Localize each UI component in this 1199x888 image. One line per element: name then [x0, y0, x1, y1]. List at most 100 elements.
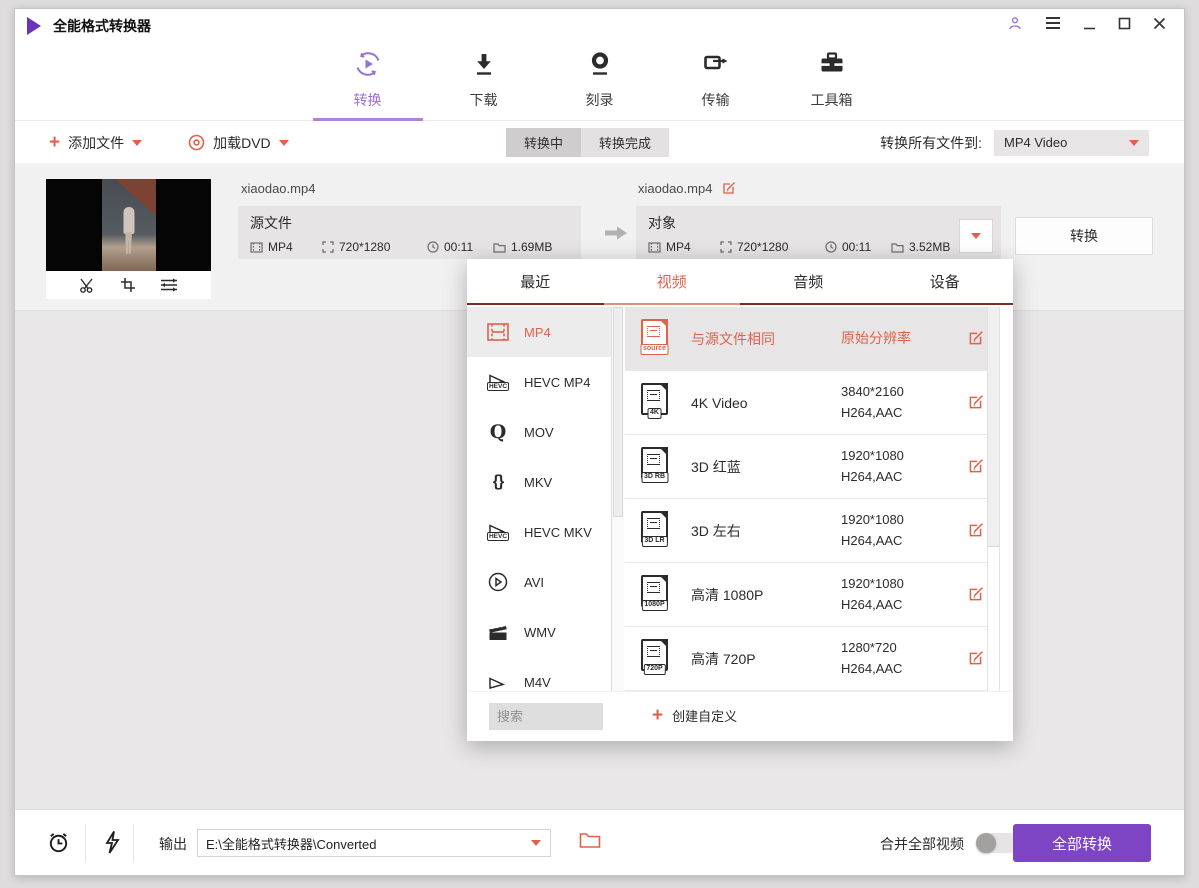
title-bar: 全能格式转换器 [15, 9, 1184, 43]
close-icon[interactable] [1153, 17, 1166, 30]
tab-burn[interactable]: 刻录 [564, 39, 636, 120]
status-filter: 转换中 转换完成 [506, 128, 669, 157]
preset-list-scrollbar[interactable] [987, 307, 1000, 691]
play-icon [485, 676, 511, 689]
add-files-label: 添加文件 [68, 133, 124, 153]
target-title: 对象 [648, 213, 989, 233]
edit-preset-icon[interactable] [967, 394, 984, 416]
format-item-m4v[interactable]: M4V [467, 657, 611, 691]
preset-row-720p[interactable]: 720P 高清 720P 1280*720H264,AAC [625, 627, 987, 691]
folder-icon [891, 242, 904, 253]
divider [133, 824, 134, 862]
source-file-icon: source [641, 319, 668, 351]
tab-label: 传输 [702, 90, 730, 110]
create-custom-button[interactable]: + 创建自定义 [652, 706, 737, 725]
preset-row-1080p[interactable]: 1080P 高清 1080P 1920*1080H264,AAC [625, 563, 987, 627]
plus-icon: + [652, 706, 663, 725]
convert-button[interactable]: 转换 [1015, 217, 1153, 255]
merge-videos-label: 合并全部视频 [880, 834, 964, 854]
source-filename: xiaodao.mp4 [241, 181, 315, 196]
edit-preset-icon[interactable] [967, 330, 984, 352]
format-item-mkv[interactable]: {} MKV [467, 457, 611, 507]
preset-row-same-as-source[interactable]: source 与源文件相同 原始分辨率 [625, 307, 987, 371]
panel-tab-video[interactable]: 视频 [604, 259, 741, 305]
tab-download[interactable]: 下载 [448, 39, 520, 120]
format-label: AVI [524, 575, 544, 590]
panel-tab-recent[interactable]: 最近 [467, 259, 604, 305]
chevron-down-icon [531, 840, 541, 846]
crop-icon[interactable] [120, 277, 136, 293]
format-label: HEVC MP4 [524, 375, 590, 390]
edit-preset-icon[interactable] [967, 650, 984, 672]
preset-row-3d-rb[interactable]: 3D RB 3D 红蓝 1920*1080H264,AAC [625, 435, 987, 499]
add-files-button[interactable]: + 添加文件 [49, 133, 142, 153]
convert-all-button[interactable]: 全部转换 [1013, 824, 1151, 862]
format-item-avi[interactable]: AVI [467, 557, 611, 607]
panel-tab-audio[interactable]: 音频 [740, 259, 877, 305]
effects-icon[interactable] [160, 277, 178, 293]
format-item-hevc-mp4[interactable]: HEVC HEVC MP4 [467, 357, 611, 407]
arrow-right-icon [603, 221, 629, 250]
load-dvd-button[interactable]: 加载DVD [188, 133, 289, 153]
search-input[interactable] [489, 703, 603, 730]
file-icon-3d-lr: 3D LR [641, 511, 668, 543]
tab-label: 刻录 [586, 90, 614, 110]
target-filename: xiaodao.mp4 [638, 181, 712, 196]
tab-transfer[interactable]: 传输 [680, 39, 752, 120]
window-controls [1007, 15, 1166, 31]
rename-icon[interactable] [721, 181, 736, 196]
tab-convert[interactable]: 转换 [332, 39, 404, 120]
dvd-icon [188, 134, 205, 151]
film-icon [485, 323, 511, 341]
edit-preset-icon[interactable] [967, 458, 984, 480]
format-item-hevc-mkv[interactable]: HEVC HEVC MKV [467, 507, 611, 557]
account-icon[interactable] [1007, 15, 1023, 31]
open-folder-icon[interactable] [579, 831, 601, 854]
tab-label: 下载 [470, 90, 498, 110]
preset-row-3d-lr[interactable]: 3D LR 3D 左右 1920*1080H264,AAC [625, 499, 987, 563]
film-icon [250, 242, 263, 253]
bottom-bar: 输出 合并全部视频 全部转换 [15, 809, 1184, 875]
target-size: 3.52MB [891, 240, 950, 254]
hevc-play-icon: HEVC [485, 373, 511, 392]
quicktime-icon: Q [485, 421, 511, 443]
file-icon-1080p: 1080P [641, 575, 668, 607]
output-path-select[interactable] [197, 829, 551, 857]
video-thumbnail[interactable] [46, 179, 211, 299]
panel-tab-device[interactable]: 设备 [877, 259, 1014, 305]
divider [85, 824, 86, 862]
output-format-select[interactable]: MP4 Video [994, 130, 1149, 156]
schedule-icon[interactable] [46, 830, 71, 860]
convert-icon [354, 50, 382, 83]
format-list-scrollbar[interactable] [611, 307, 624, 691]
app-logo-icon [27, 17, 41, 35]
target-format: MP4 [648, 240, 720, 254]
output-format-value: MP4 Video [1004, 135, 1067, 150]
target-format-dropdown-button[interactable] [959, 219, 993, 253]
create-custom-label: 创建自定义 [672, 706, 737, 725]
tab-toolbox[interactable]: 工具箱 [796, 39, 868, 120]
high-speed-icon[interactable] [103, 830, 121, 860]
clapperboard-icon [485, 624, 511, 641]
format-item-wmv[interactable]: WMV [467, 607, 611, 657]
filter-finished[interactable]: 转换完成 [581, 128, 669, 157]
filter-converting[interactable]: 转换中 [506, 128, 581, 157]
chevron-down-icon [971, 233, 981, 239]
maximize-icon[interactable] [1118, 17, 1131, 30]
edit-preset-icon[interactable] [967, 522, 984, 544]
braces-icon: {} [485, 473, 511, 491]
menu-icon[interactable] [1045, 16, 1061, 30]
chevron-down-icon [1129, 140, 1139, 146]
edit-preset-icon[interactable] [967, 586, 984, 608]
preset-row-4k[interactable]: 4K 4K Video 3840*2160H264,AAC [625, 371, 987, 435]
format-label: MOV [524, 425, 554, 440]
source-title: 源文件 [250, 213, 569, 233]
minimize-icon[interactable] [1083, 17, 1096, 30]
format-item-mov[interactable]: Q MOV [467, 407, 611, 457]
format-item-mp4[interactable]: MP4 [467, 307, 611, 357]
trim-icon[interactable] [79, 277, 96, 294]
output-path-input[interactable] [198, 836, 531, 851]
tab-label: 转换 [354, 90, 382, 110]
plus-icon: + [49, 133, 60, 152]
format-label: MP4 [524, 325, 551, 340]
